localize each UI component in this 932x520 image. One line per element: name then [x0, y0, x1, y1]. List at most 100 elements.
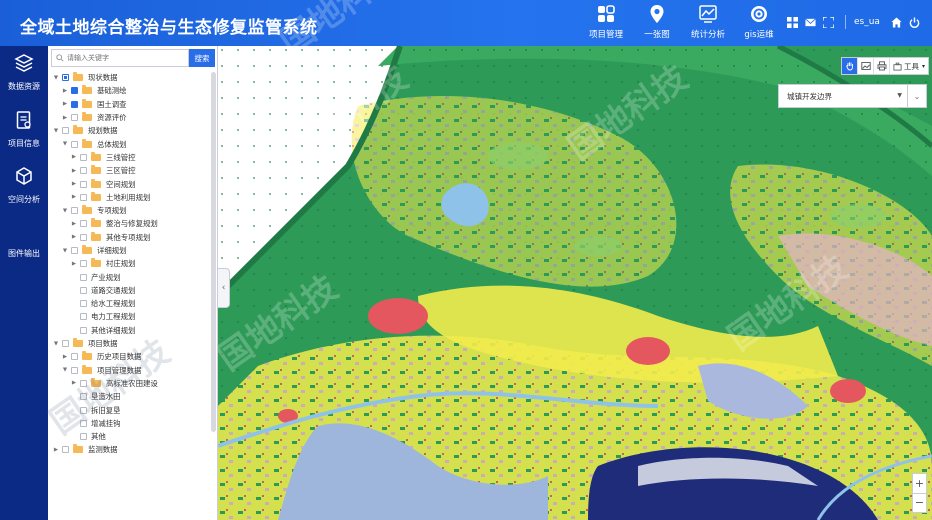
- nav-one-map[interactable]: 一张图: [633, 4, 681, 44]
- fullscreen-button[interactable]: [819, 14, 837, 30]
- tree-checkbox[interactable]: [71, 87, 78, 95]
- tree-node[interactable]: ▶ 其他专项规划: [48, 231, 208, 244]
- tree-node[interactable]: ▶ 监测数据: [48, 443, 208, 456]
- nav-statistics[interactable]: 统计分析: [684, 4, 732, 44]
- boundary-layer-select[interactable]: 城镇开发边界 ▼: [778, 84, 908, 108]
- tree-checkbox[interactable]: [71, 247, 78, 254]
- tree-node[interactable]: ▶ 历史项目数据: [48, 350, 208, 363]
- caret-right-icon[interactable]: ▶: [52, 447, 60, 453]
- tree-checkbox[interactable]: [80, 300, 87, 308]
- caret-down-icon[interactable]: ▼: [61, 208, 69, 214]
- tree-node[interactable]: ▶ 国土调查: [48, 98, 208, 111]
- pan-tool-button[interactable]: [842, 58, 858, 74]
- caret-right-icon[interactable]: ▶: [61, 101, 69, 107]
- tree-node[interactable]: 道路交通规划: [48, 284, 208, 297]
- tree-checkbox[interactable]: [80, 379, 87, 387]
- land-use-map[interactable]: [218, 46, 932, 520]
- caret-right-icon[interactable]: ▶: [61, 88, 69, 94]
- tree-checkbox[interactable]: [71, 140, 78, 148]
- search-input[interactable]: [67, 54, 167, 62]
- tree-node[interactable]: ▼ 总体规划: [48, 137, 208, 150]
- tree-checkbox[interactable]: [80, 260, 87, 268]
- tree-checkbox[interactable]: [62, 74, 69, 82]
- tree-node[interactable]: ▼ 专项规划: [48, 204, 208, 217]
- home-button[interactable]: [888, 14, 906, 30]
- tree-node[interactable]: 产业规划: [48, 270, 208, 283]
- caret-down-icon[interactable]: ▼: [61, 367, 69, 373]
- tree-checkbox[interactable]: [80, 419, 87, 427]
- caret-down-icon[interactable]: ▼: [61, 248, 69, 254]
- print-tool-button[interactable]: [874, 58, 890, 74]
- zoom-in-button[interactable]: +: [913, 474, 926, 494]
- tree-checkbox[interactable]: [80, 193, 87, 201]
- sidebar-item-spatial-analysis[interactable]: 空间分析: [0, 166, 48, 205]
- tree-checkbox[interactable]: [62, 446, 69, 454]
- logout-button[interactable]: [906, 14, 924, 30]
- mail-button[interactable]: [801, 14, 819, 30]
- sidebar-item-data-resources[interactable]: 数据资源: [0, 53, 48, 92]
- tree-node[interactable]: 其他详细规划: [48, 324, 208, 337]
- tree-checkbox[interactable]: [80, 286, 87, 294]
- tree-checkbox[interactable]: [80, 313, 87, 321]
- tree-checkbox[interactable]: [71, 100, 78, 108]
- caret-right-icon[interactable]: ▶: [70, 261, 78, 267]
- tree-checkbox[interactable]: [80, 220, 87, 228]
- tree-node[interactable]: ▼ 项目数据: [48, 337, 208, 350]
- tree-checkbox[interactable]: [80, 326, 87, 334]
- tree-checkbox[interactable]: [80, 180, 87, 188]
- caret-down-icon[interactable]: ▼: [52, 128, 60, 134]
- tree-node[interactable]: 电力工程规划: [48, 310, 208, 323]
- caret-right-icon[interactable]: ▶: [70, 168, 78, 174]
- caret-right-icon[interactable]: ▶: [70, 181, 78, 187]
- apps-button[interactable]: [783, 14, 801, 30]
- tree-checkbox[interactable]: [80, 273, 87, 281]
- tree-checkbox[interactable]: [62, 127, 69, 135]
- tree-checkbox[interactable]: [71, 353, 78, 361]
- tree-node[interactable]: ▼ 规划数据: [48, 124, 208, 137]
- map-view[interactable]: 国地科技 国地科技 国地科技 国地科技: [218, 46, 932, 520]
- tree-node[interactable]: ▶ 高标准农田建设: [48, 377, 208, 390]
- tree-checkbox[interactable]: [71, 366, 78, 374]
- caret-right-icon[interactable]: ▶: [70, 221, 78, 227]
- tree-node[interactable]: ▶ 资源评价: [48, 111, 208, 124]
- caret-right-icon[interactable]: ▶: [70, 234, 78, 240]
- tree-node[interactable]: 其他: [48, 430, 208, 443]
- nav-project-management[interactable]: 项目管理: [582, 4, 630, 44]
- tree-node[interactable]: ▼ 详细规划: [48, 244, 208, 257]
- tree-node[interactable]: ▶ 三线管控: [48, 151, 208, 164]
- tree-node[interactable]: ▶ 整治与修复规划: [48, 217, 208, 230]
- tree-node[interactable]: 给水工程规划: [48, 297, 208, 310]
- tree-node[interactable]: ▶ 村庄规划: [48, 257, 208, 270]
- sidebar-item-project-info[interactable]: 项目信息: [0, 110, 48, 149]
- tree-checkbox[interactable]: [71, 114, 78, 122]
- tree-checkbox[interactable]: [80, 233, 87, 241]
- tree-node[interactable]: 垦造水田: [48, 390, 208, 403]
- tree-node[interactable]: ▼ 项目管理数据: [48, 364, 208, 377]
- tree-checkbox[interactable]: [80, 433, 87, 441]
- image-tool-button[interactable]: [858, 58, 874, 74]
- zoom-out-button[interactable]: −: [913, 494, 926, 513]
- username[interactable]: es_ua: [854, 17, 880, 27]
- sidebar-item-map-output[interactable]: 图件输出: [0, 240, 48, 259]
- nav-gis-ops[interactable]: gis运维: [735, 4, 783, 44]
- tree-scrollbar[interactable]: [211, 72, 216, 432]
- tree-node[interactable]: ▶ 土地利用规划: [48, 191, 208, 204]
- caret-right-icon[interactable]: ▶: [61, 354, 69, 360]
- tree-node[interactable]: ▶ 三区管控: [48, 164, 208, 177]
- tree-node[interactable]: ▶ 基础测绘: [48, 84, 208, 97]
- caret-right-icon[interactable]: ▶: [70, 380, 78, 386]
- caret-right-icon[interactable]: ▶: [70, 154, 78, 160]
- layer-panel-toggle[interactable]: ⌄: [907, 84, 927, 108]
- panel-collapse-tab[interactable]: ‹: [218, 268, 230, 308]
- tree-checkbox[interactable]: [80, 153, 87, 161]
- tree-node[interactable]: 增减挂钩: [48, 417, 208, 430]
- tree-checkbox[interactable]: [62, 340, 69, 348]
- caret-down-icon[interactable]: ▼: [52, 341, 60, 347]
- tree-checkbox[interactable]: [80, 167, 87, 175]
- tree-checkbox[interactable]: [71, 207, 78, 215]
- search-button[interactable]: 搜索: [189, 49, 215, 67]
- tree-checkbox[interactable]: [80, 406, 87, 414]
- tools-dropdown[interactable]: 工具 ▾: [890, 58, 928, 74]
- caret-right-icon[interactable]: ▶: [70, 194, 78, 200]
- tree-checkbox[interactable]: [80, 393, 87, 401]
